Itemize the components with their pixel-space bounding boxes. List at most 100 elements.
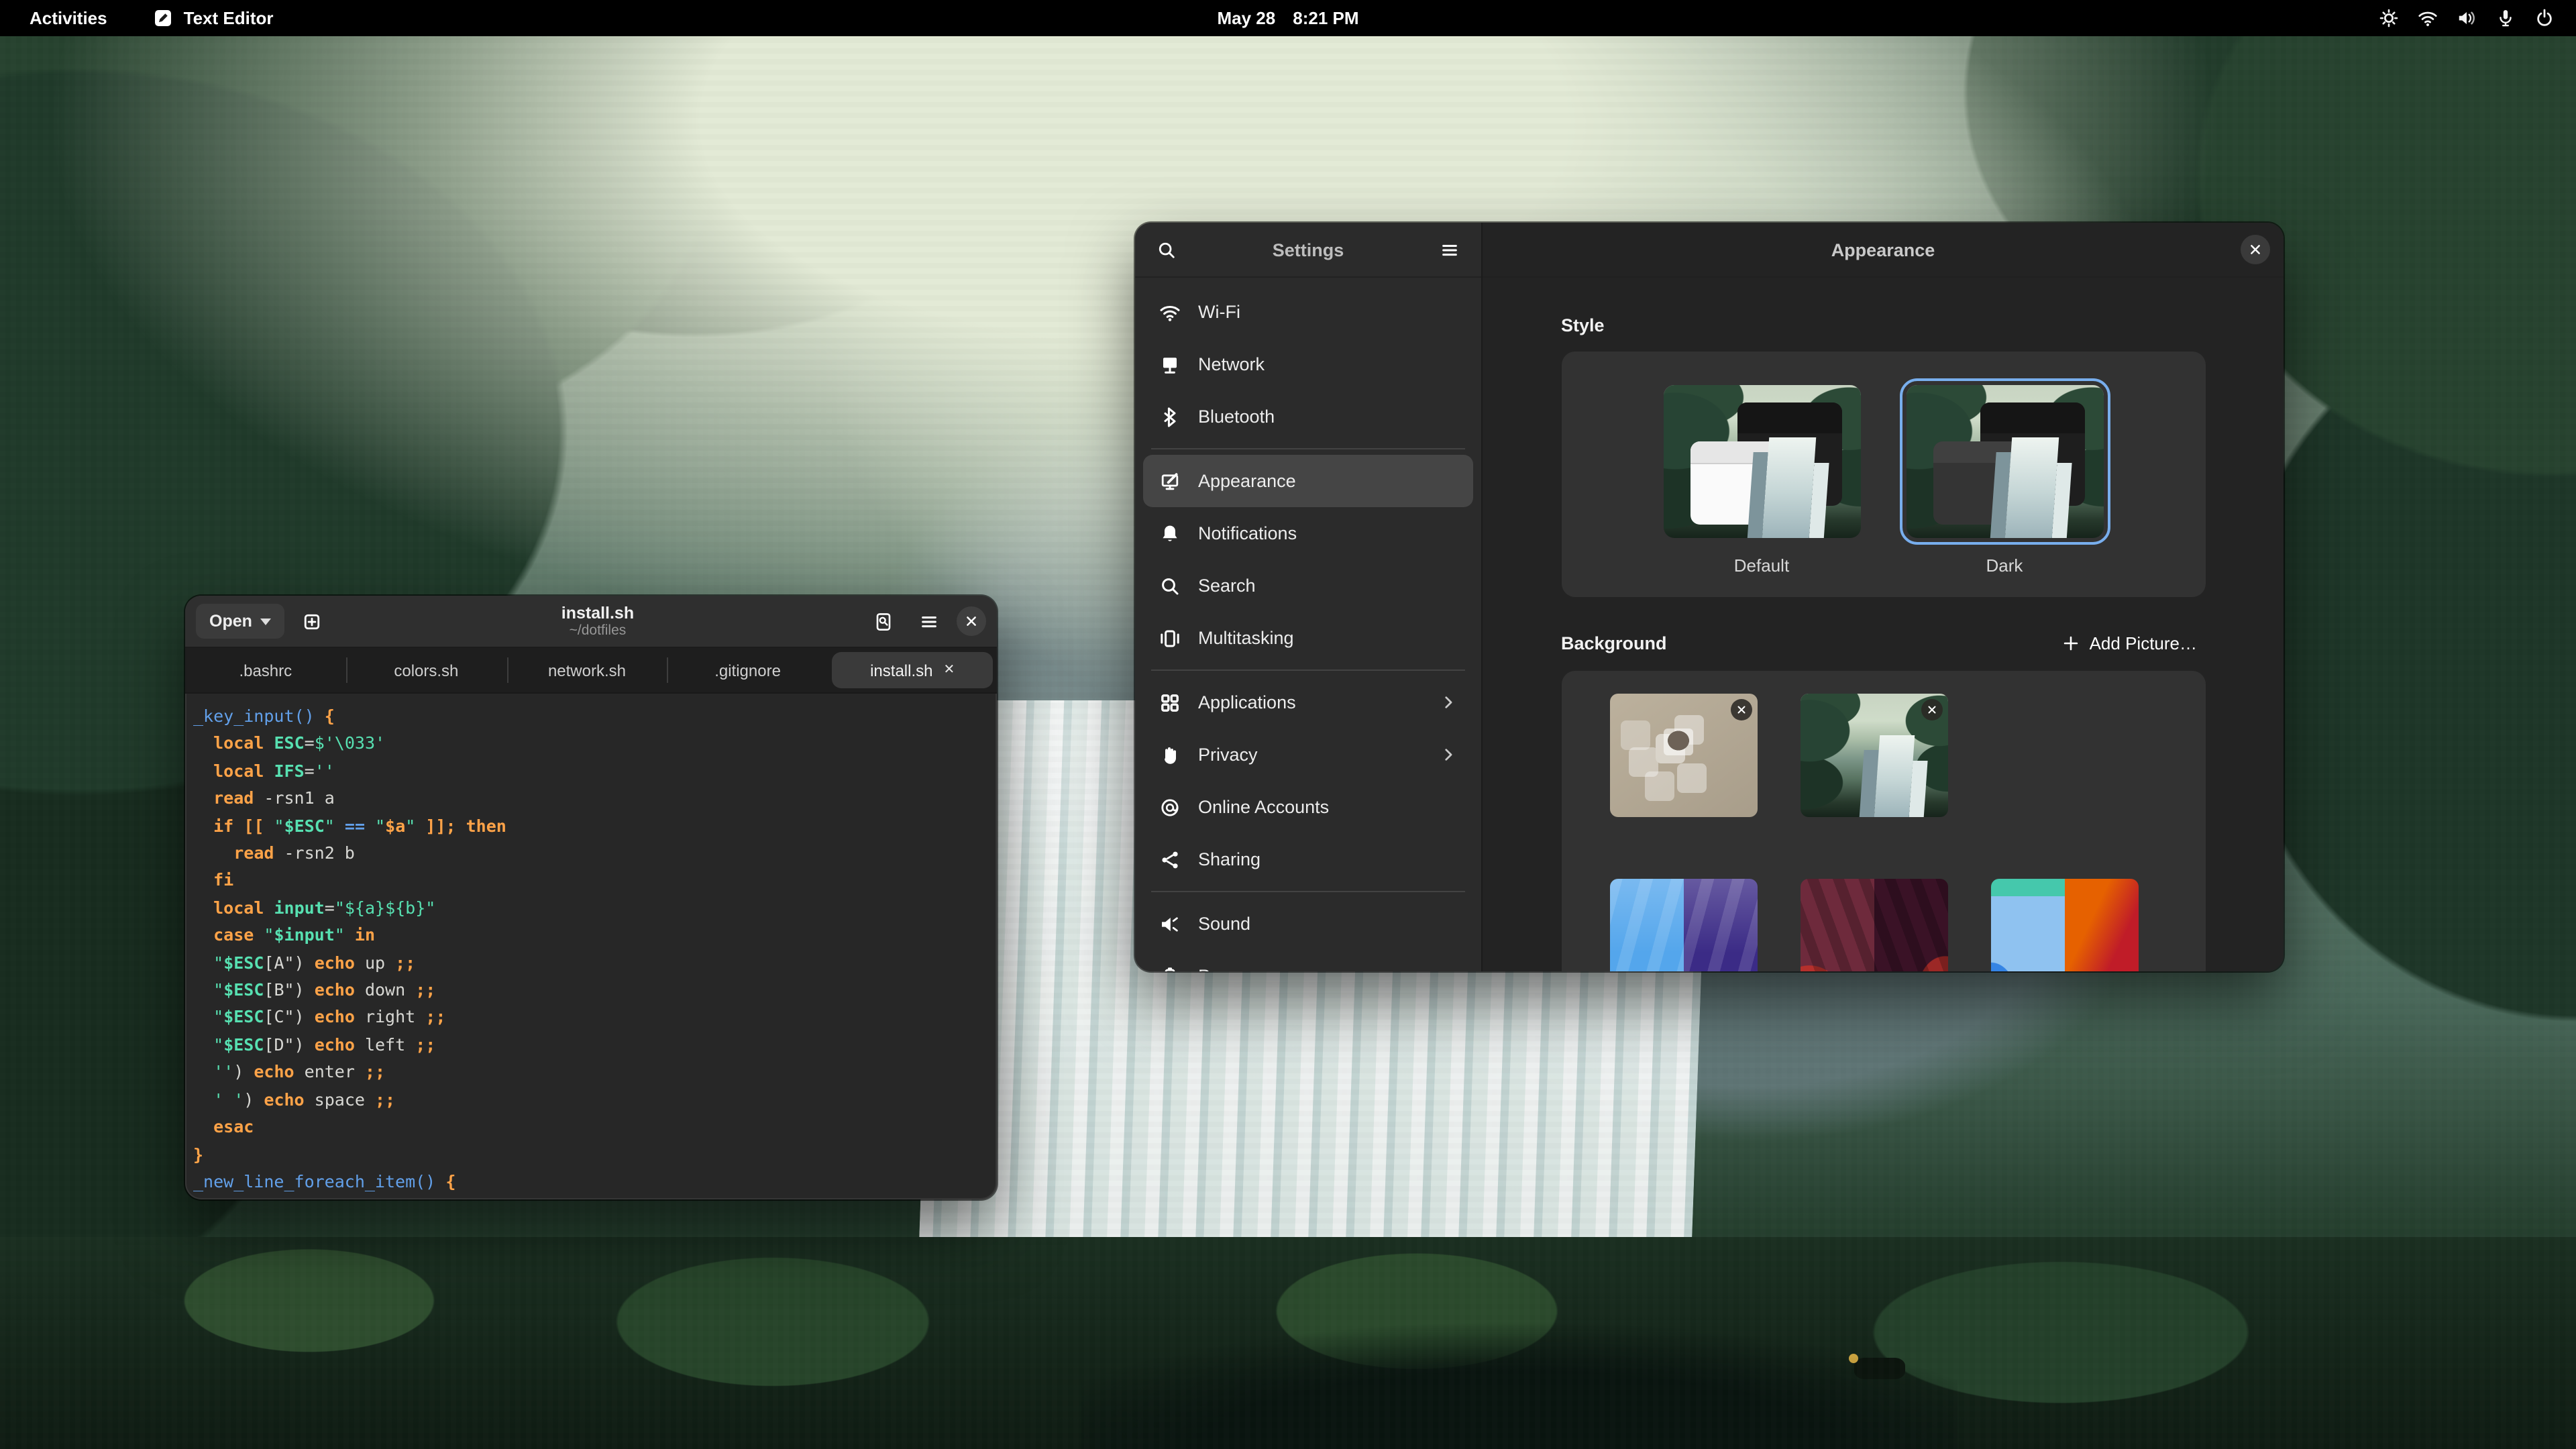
sidebar-separator bbox=[1151, 669, 1465, 671]
chevron-right-icon bbox=[1440, 746, 1457, 763]
search-icon bbox=[1159, 575, 1181, 596]
tab-close-icon[interactable]: ✕ bbox=[943, 663, 955, 678]
sidebar-item-online-accounts[interactable]: Online Accounts bbox=[1143, 781, 1473, 833]
sidebar-item-label: Wi-Fi bbox=[1198, 302, 1457, 322]
sidebar-separator bbox=[1151, 448, 1465, 449]
settings-sidebar: Settings Wi-Fi Network Bluetooth Appearance… bbox=[1135, 223, 1483, 971]
code-line: if [[ "$ESC" == "$a" ]]; then bbox=[193, 812, 997, 840]
focused-app-indicator[interactable]: Text Editor bbox=[153, 8, 274, 28]
code-editor[interactable]: _key_input() { local ESC=$'\033' local I… bbox=[185, 692, 997, 1199]
wifi-icon bbox=[1159, 301, 1181, 323]
sidebar-item-wi-fi[interactable]: Wi-Fi bbox=[1143, 286, 1473, 338]
appearance-icon bbox=[1159, 470, 1181, 492]
preview-front-window bbox=[1690, 441, 1791, 524]
background-row bbox=[1609, 879, 2205, 971]
sidebar-headerbar: Settings bbox=[1135, 223, 1481, 278]
main-menu-button[interactable] bbox=[911, 604, 946, 639]
style-card: Default Dark bbox=[1561, 352, 2205, 597]
clock[interactable]: May 288:21 PM bbox=[1217, 8, 1358, 28]
sidebar-title: Settings bbox=[1273, 239, 1344, 260]
sidebar-search-button[interactable] bbox=[1148, 232, 1183, 267]
code-line: "$ESC[C") echo right ;; bbox=[193, 1004, 997, 1032]
background-section-label: Background bbox=[1561, 633, 1667, 653]
code-line: ' ') echo space ;; bbox=[193, 1086, 997, 1114]
power-icon bbox=[2534, 8, 2555, 28]
sidebar-item-label: Network bbox=[1198, 354, 1457, 374]
appearance-panel: Style Default Dark Background Add Picture… bbox=[1483, 278, 2284, 971]
text-editor-app-icon bbox=[153, 8, 173, 28]
editor-tab-install-sh[interactable]: install.sh ✕ bbox=[832, 652, 993, 688]
sidebar-item-label: Sharing bbox=[1198, 849, 1457, 869]
tray-icons[interactable] bbox=[2357, 0, 2576, 36]
sidebar-item-network[interactable]: Network bbox=[1143, 338, 1473, 390]
style-option-label: Default bbox=[1656, 555, 1867, 576]
sidebar-item-bluetooth[interactable]: Bluetooth bbox=[1143, 390, 1473, 443]
sidebar-item-sound[interactable]: Sound bbox=[1143, 898, 1473, 950]
remove-wallpaper-button[interactable] bbox=[1921, 699, 1942, 720]
apps-grid-icon bbox=[1159, 692, 1181, 713]
document-search-icon bbox=[873, 611, 893, 631]
hamburger-menu-icon bbox=[918, 611, 938, 631]
tab-label: install.sh bbox=[870, 661, 932, 680]
code-line: _new_line_foreach_item() { bbox=[193, 1169, 997, 1196]
wallpaper-thumbnail-waves-maroon-red[interactable] bbox=[1800, 879, 1947, 971]
focused-app-label: Text Editor bbox=[184, 8, 274, 28]
code-line: case "$input" in bbox=[193, 922, 997, 950]
multitasking-icon bbox=[1159, 627, 1181, 649]
style-section-label: Style bbox=[1561, 315, 2205, 335]
document-title: install.sh bbox=[330, 604, 865, 623]
style-option-label: Dark bbox=[1899, 555, 2110, 576]
clock-date: May 28 bbox=[1217, 8, 1275, 28]
sidebar-item-multitasking[interactable]: Multitasking bbox=[1143, 612, 1473, 664]
editor-tab-colors-sh[interactable]: colors.sh bbox=[346, 648, 507, 692]
sidebar-item-label: Online Accounts bbox=[1198, 797, 1457, 817]
brightness-icon bbox=[2379, 8, 2399, 28]
style-preview-default bbox=[1663, 385, 1860, 538]
style-option-frame bbox=[1899, 378, 2110, 545]
sidebar-item-label: Appearance bbox=[1198, 471, 1457, 491]
sidebar-menu-button[interactable] bbox=[1433, 232, 1468, 267]
wallpaper-thumbnail-mini-forest[interactable] bbox=[1800, 694, 1947, 817]
sidebar-item-search[interactable]: Search bbox=[1143, 559, 1473, 612]
code-line: "$ESC[A") echo up ;; bbox=[193, 949, 997, 977]
remove-wallpaper-button[interactable] bbox=[1730, 699, 1752, 720]
sidebar-item-label: Search bbox=[1198, 576, 1457, 596]
sidebar-item-label: Sound bbox=[1198, 914, 1457, 934]
settings-close-button[interactable] bbox=[2241, 235, 2270, 264]
text-editor-window: Open install.sh ~/dotfiles bbox=[185, 596, 997, 1199]
sidebar-item-label: Privacy bbox=[1198, 745, 1422, 765]
wallpaper-thumbnail-beige-tiles[interactable] bbox=[1609, 694, 1757, 817]
search-icon bbox=[1156, 239, 1176, 260]
code-line: read -rsn1 a bbox=[193, 785, 997, 812]
volume-icon bbox=[2457, 8, 2477, 28]
sidebar-item-label: Power bbox=[1198, 966, 1457, 971]
page-title: Appearance bbox=[1831, 239, 1935, 260]
editor-tab-gitignore[interactable]: .gitignore bbox=[667, 648, 828, 692]
sidebar-item-power[interactable]: Power bbox=[1143, 950, 1473, 971]
hand-icon bbox=[1159, 744, 1181, 765]
document-search-button[interactable] bbox=[865, 604, 900, 639]
activities-button[interactable]: Activities bbox=[30, 8, 107, 28]
add-picture-button[interactable]: Add Picture… bbox=[2055, 632, 2205, 655]
editor-tab-bashrc[interactable]: .bashrc bbox=[185, 648, 346, 692]
new-tab-button[interactable] bbox=[295, 604, 330, 639]
sidebar-list: Wi-Fi Network Bluetooth Appearance Notificat… bbox=[1135, 278, 1481, 971]
bluetooth-icon bbox=[1159, 406, 1181, 427]
sidebar-item-notifications[interactable]: Notifications bbox=[1143, 507, 1473, 559]
network-icon bbox=[1159, 354, 1181, 375]
sidebar-item-privacy[interactable]: Privacy bbox=[1143, 729, 1473, 781]
sidebar-item-appearance[interactable]: Appearance bbox=[1143, 455, 1473, 507]
code-line: "$ESC[D") echo left ;; bbox=[193, 1032, 997, 1059]
sidebar-item-applications[interactable]: Applications bbox=[1143, 676, 1473, 729]
sidebar-item-sharing[interactable]: Sharing bbox=[1143, 833, 1473, 885]
add-picture-label: Add Picture… bbox=[2090, 633, 2197, 653]
wallpaper-thumbnail-hex-blue-purple[interactable] bbox=[1609, 879, 1757, 971]
editor-tab-network-sh[interactable]: network.sh bbox=[506, 648, 667, 692]
style-option-default[interactable]: Default bbox=[1656, 378, 1867, 576]
caret-down-icon bbox=[260, 618, 271, 625]
editor-close-button[interactable] bbox=[957, 606, 986, 636]
wallpaper-thumbnail-drips-blue-orange[interactable] bbox=[1990, 879, 2138, 971]
style-option-dark[interactable]: Dark bbox=[1899, 378, 2110, 576]
open-button[interactable]: Open bbox=[196, 604, 284, 639]
battery-icon bbox=[1159, 965, 1181, 971]
